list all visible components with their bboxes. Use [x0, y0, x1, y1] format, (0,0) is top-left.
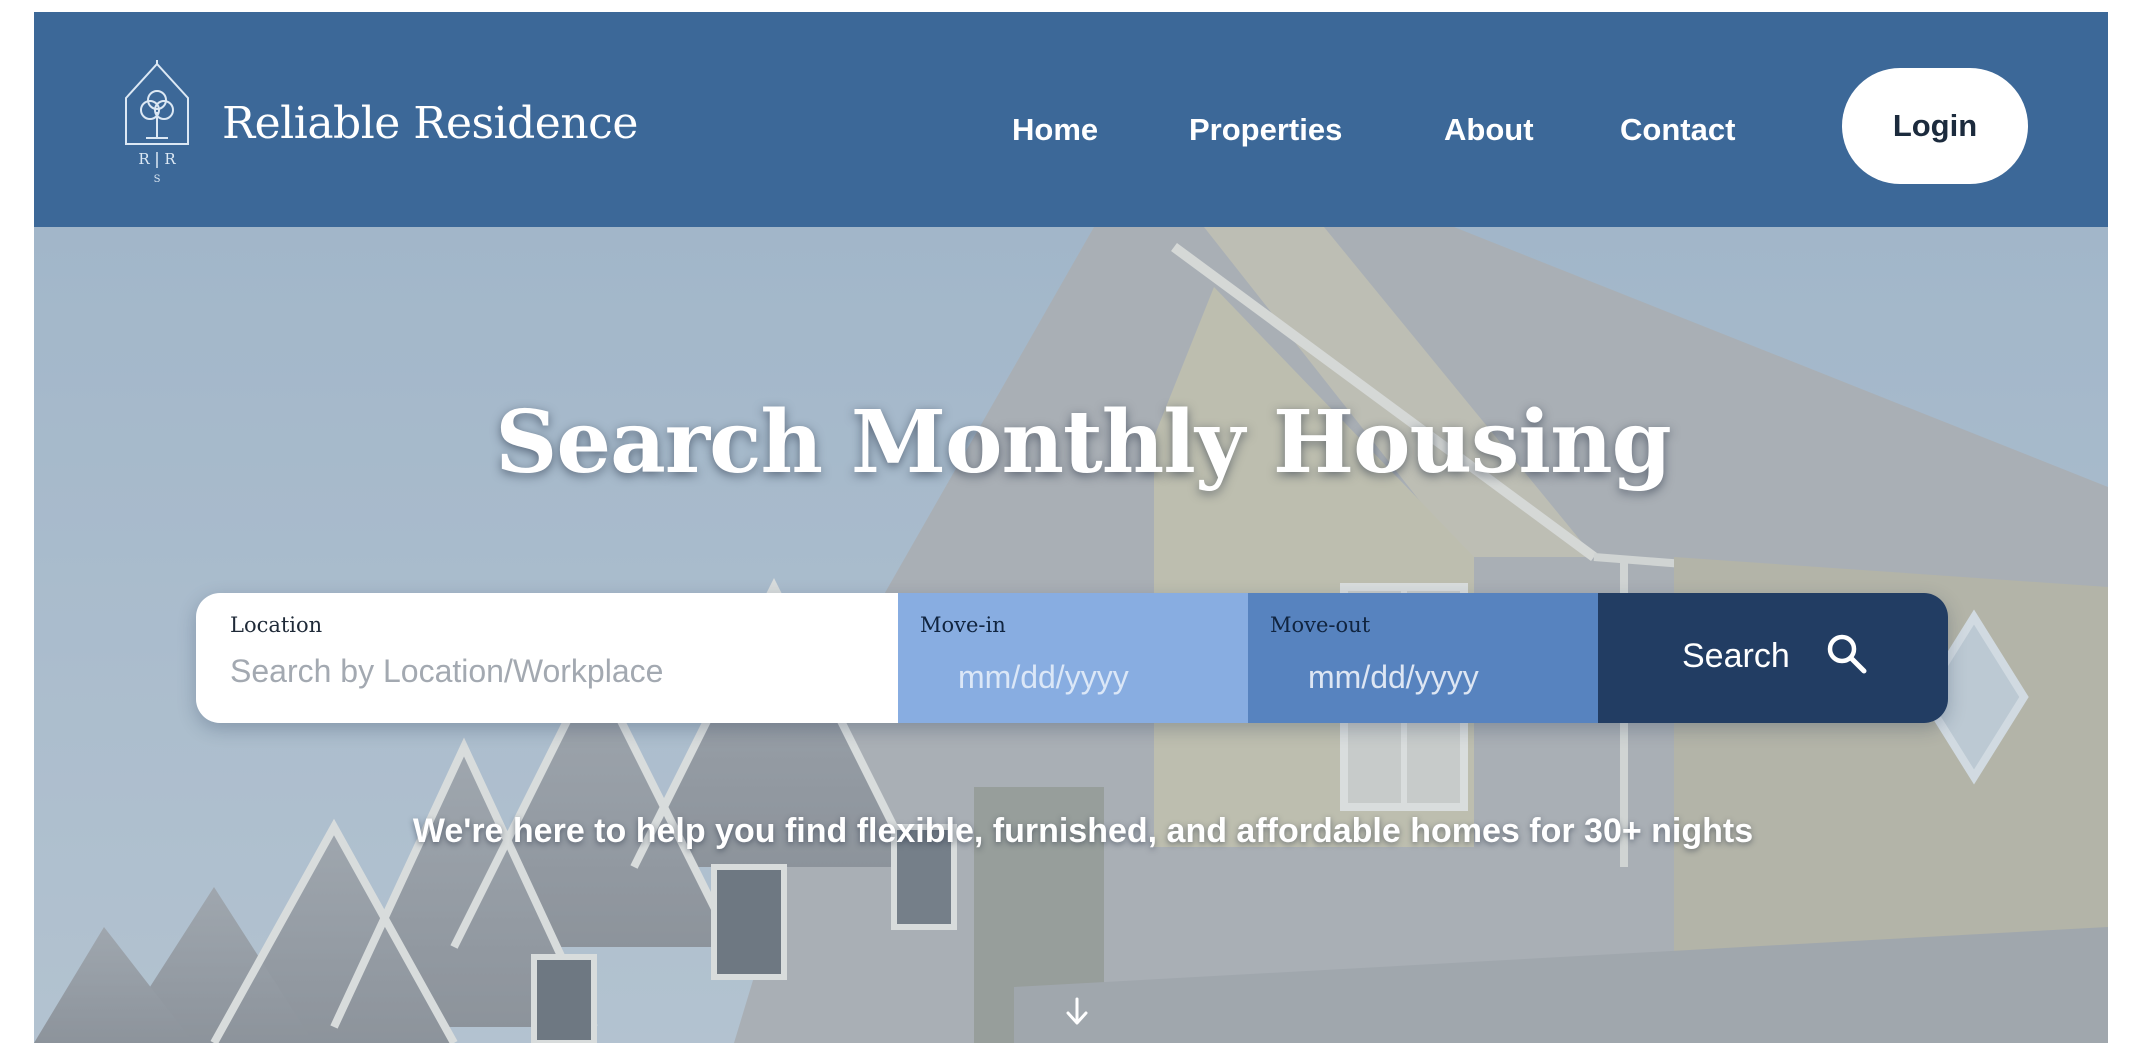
- page-frame: R R S Reliable Residence Home Properties…: [34, 12, 2108, 1043]
- search-button[interactable]: Search: [1598, 593, 1948, 723]
- site-header: R R S Reliable Residence Home Properties…: [34, 12, 2108, 227]
- hero-tagline: We're here to help you find flexible, fu…: [412, 812, 1754, 850]
- arrow-down-icon[interactable]: [1064, 997, 1090, 1027]
- nav-home[interactable]: Home: [1012, 112, 1098, 148]
- move-in-label: Move-in: [920, 613, 1006, 637]
- move-out-label: Move-out: [1270, 613, 1371, 637]
- move-in-field[interactable]: Move-in: [898, 593, 1248, 723]
- hero-title: Search Monthly Housing: [495, 392, 1672, 493]
- house-logo-icon[interactable]: R R S: [120, 58, 194, 188]
- nav-properties[interactable]: Properties: [1189, 112, 1342, 148]
- move-out-input[interactable]: [1308, 655, 1568, 699]
- hero-section: Search Monthly Housing Location Move-in …: [34, 227, 2108, 1043]
- nav-contact[interactable]: Contact: [1620, 112, 1735, 148]
- brand-name[interactable]: Reliable Residence: [222, 98, 638, 149]
- location-input[interactable]: [230, 649, 870, 693]
- search-icon: [1827, 634, 1867, 674]
- location-label: Location: [230, 613, 323, 637]
- search-bar: Location Move-in Move-out Search: [196, 593, 1948, 723]
- login-button[interactable]: Login: [1842, 68, 2028, 184]
- svg-text:R: R: [164, 150, 176, 168]
- move-in-input[interactable]: [958, 655, 1218, 699]
- location-field[interactable]: Location: [196, 593, 898, 723]
- svg-text:R: R: [138, 150, 150, 168]
- svg-text:S: S: [154, 174, 161, 185]
- search-button-label: Search: [1682, 637, 1790, 675]
- nav-about[interactable]: About: [1444, 112, 1534, 148]
- move-out-field[interactable]: Move-out: [1248, 593, 1598, 723]
